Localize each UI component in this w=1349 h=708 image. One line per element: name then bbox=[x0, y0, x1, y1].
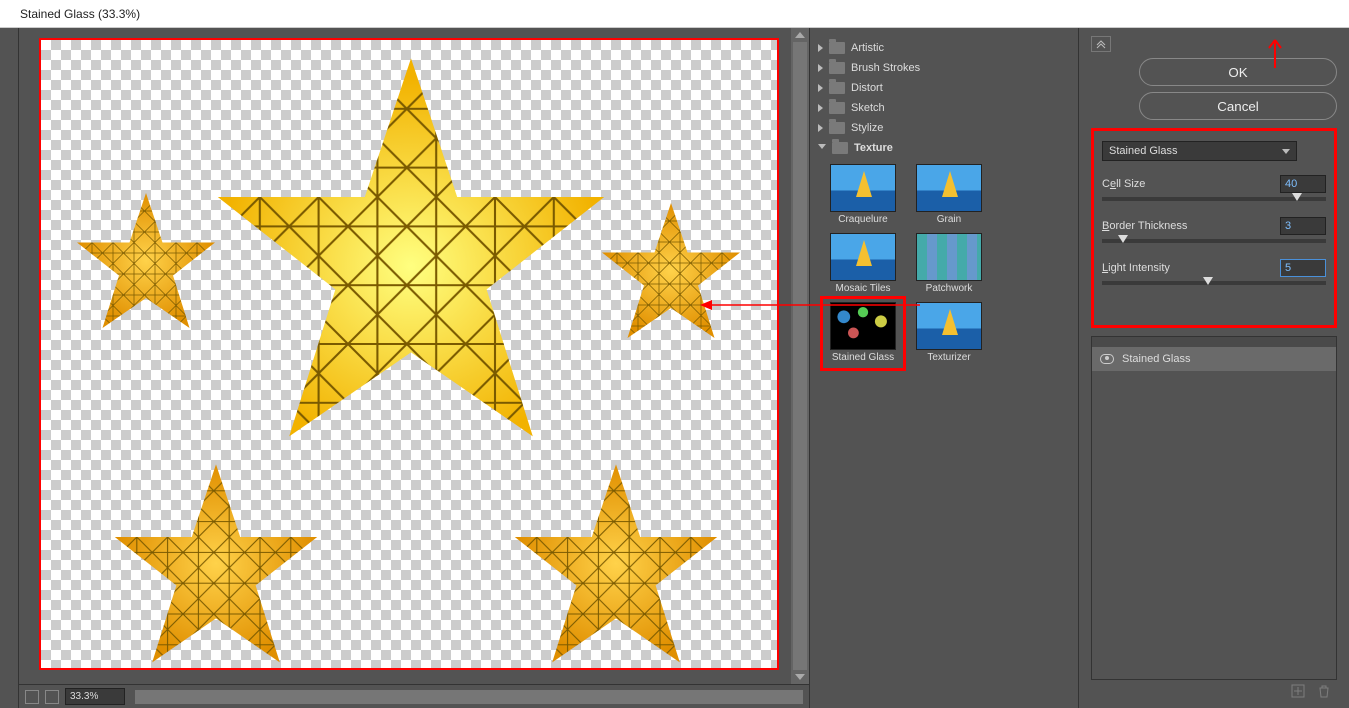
zoom-input[interactable] bbox=[65, 688, 125, 705]
canvas-wrap bbox=[19, 28, 791, 684]
star-shape-small-2 bbox=[596, 200, 746, 350]
cell-size-input[interactable] bbox=[1280, 175, 1326, 193]
thumb-image bbox=[830, 233, 896, 281]
settings-panel: OK Cancel Stained Glass Cell Size Border… bbox=[1079, 28, 1349, 708]
thumb-mosaic-tiles[interactable]: Mosaic Tiles bbox=[826, 233, 900, 294]
effect-layers-panel: Stained Glass bbox=[1091, 336, 1337, 680]
thumb-caption: Texturizer bbox=[912, 352, 986, 363]
star-shape-large bbox=[191, 50, 631, 470]
thumb-patchwork[interactable]: Patchwork bbox=[912, 233, 986, 294]
ok-button[interactable]: OK bbox=[1139, 58, 1337, 86]
folder-icon bbox=[829, 122, 845, 134]
category-label: Texture bbox=[854, 142, 893, 154]
thumb-caption: Patchwork bbox=[912, 283, 986, 294]
disclosure-triangle-icon bbox=[818, 44, 823, 52]
cell-size-slider[interactable] bbox=[1102, 197, 1326, 201]
disclosure-triangle-icon bbox=[818, 64, 823, 72]
cancel-button[interactable]: Cancel bbox=[1139, 92, 1337, 120]
collapse-toggle-icon[interactable] bbox=[1091, 36, 1111, 52]
zoom-out-button[interactable] bbox=[25, 690, 39, 704]
thumb-caption: Grain bbox=[912, 214, 986, 225]
folder-icon bbox=[829, 82, 845, 94]
disclosure-triangle-icon bbox=[818, 104, 823, 112]
preview-vertical-scrollbar[interactable] bbox=[791, 28, 809, 684]
star-shape-small-1 bbox=[71, 190, 221, 340]
category-distort[interactable]: Distort bbox=[816, 78, 1072, 98]
chevron-down-icon bbox=[1282, 149, 1290, 154]
slider-handle-icon[interactable] bbox=[1118, 235, 1128, 243]
layers-footer bbox=[1091, 680, 1337, 702]
border-thickness-slider[interactable] bbox=[1102, 239, 1326, 243]
param-cell-size: Cell Size bbox=[1102, 175, 1326, 201]
slider-handle-icon[interactable] bbox=[1203, 277, 1213, 285]
category-label: Artistic bbox=[851, 42, 884, 54]
filter-settings-group: Stained Glass Cell Size Border Thickness bbox=[1091, 128, 1337, 328]
thumb-texturizer[interactable]: Texturizer bbox=[912, 302, 986, 365]
thumb-caption: Craquelure bbox=[826, 214, 900, 225]
scroll-up-arrow-icon[interactable] bbox=[795, 32, 805, 38]
texture-thumbnails: Craquelure Grain Mosaic Tiles Patchwork Stai… bbox=[816, 158, 1072, 367]
category-label: Stylize bbox=[851, 122, 883, 134]
thumb-image bbox=[830, 164, 896, 212]
thumb-image bbox=[916, 233, 982, 281]
light-intensity-input[interactable] bbox=[1280, 259, 1326, 277]
scroll-track[interactable] bbox=[793, 42, 807, 670]
disclosure-triangle-icon bbox=[818, 144, 826, 153]
disclosure-triangle-icon bbox=[818, 124, 823, 132]
category-stylize[interactable]: Stylize bbox=[816, 118, 1072, 138]
cell-size-label: Cell Size bbox=[1102, 178, 1145, 190]
annotation-arrow-up-icon bbox=[1265, 34, 1285, 70]
param-border-thickness: Border Thickness bbox=[1102, 217, 1326, 243]
category-sketch[interactable]: Sketch bbox=[816, 98, 1072, 118]
thumb-image bbox=[916, 164, 982, 212]
preview-toolbar bbox=[19, 684, 809, 708]
filter-categories-panel: Artistic Brush Strokes Distort Sketch Styliz… bbox=[809, 28, 1079, 708]
preview-canvas[interactable] bbox=[39, 38, 779, 670]
window-title: Stained Glass (33.3%) bbox=[20, 7, 140, 21]
thumb-grain[interactable]: Grain bbox=[912, 164, 986, 225]
new-layer-icon[interactable] bbox=[1291, 684, 1305, 698]
category-label: Distort bbox=[851, 82, 883, 94]
thumb-craquelure[interactable]: Craquelure bbox=[826, 164, 900, 225]
star-shape-small-4 bbox=[501, 460, 731, 680]
thumb-stained-glass[interactable]: Stained Glass bbox=[826, 302, 900, 365]
visibility-eye-icon[interactable] bbox=[1100, 354, 1114, 364]
category-brush-strokes[interactable]: Brush Strokes bbox=[816, 58, 1072, 78]
folder-icon bbox=[829, 102, 845, 114]
thumb-image bbox=[916, 302, 982, 350]
param-light-intensity: Light Intensity bbox=[1102, 259, 1326, 285]
category-label: Sketch bbox=[851, 102, 885, 114]
folder-icon bbox=[829, 42, 845, 54]
effect-layer-row[interactable]: Stained Glass bbox=[1092, 347, 1336, 371]
light-intensity-slider[interactable] bbox=[1102, 281, 1326, 285]
trash-icon[interactable] bbox=[1317, 684, 1331, 698]
category-label: Brush Strokes bbox=[851, 62, 920, 74]
scroll-down-arrow-icon[interactable] bbox=[795, 674, 805, 680]
thumb-image bbox=[830, 302, 896, 350]
window-titlebar: Stained Glass (33.3%) bbox=[0, 0, 1349, 28]
slider-handle-icon[interactable] bbox=[1292, 193, 1302, 201]
zoom-in-button[interactable] bbox=[45, 690, 59, 704]
folder-icon bbox=[829, 62, 845, 74]
filter-select-value: Stained Glass bbox=[1109, 145, 1177, 157]
disclosure-triangle-icon bbox=[818, 84, 823, 92]
folder-icon bbox=[832, 142, 848, 154]
category-texture[interactable]: Texture bbox=[816, 138, 1072, 158]
border-thickness-label: Border Thickness bbox=[1102, 220, 1187, 232]
preview-horizontal-scrollbar[interactable] bbox=[135, 690, 803, 704]
preview-column bbox=[19, 28, 809, 708]
thumb-caption: Stained Glass bbox=[826, 352, 900, 363]
light-intensity-label: Light Intensity bbox=[1102, 262, 1170, 274]
effect-layer-label: Stained Glass bbox=[1122, 353, 1190, 365]
left-gutter bbox=[0, 28, 19, 708]
filter-select-dropdown[interactable]: Stained Glass bbox=[1102, 141, 1297, 161]
thumb-caption: Mosaic Tiles bbox=[826, 283, 900, 294]
border-thickness-input[interactable] bbox=[1280, 217, 1326, 235]
main-area: Artistic Brush Strokes Distort Sketch Styliz… bbox=[0, 28, 1349, 708]
star-shape-small-3 bbox=[101, 460, 331, 680]
category-artistic[interactable]: Artistic bbox=[816, 38, 1072, 58]
preview-area bbox=[19, 28, 809, 684]
